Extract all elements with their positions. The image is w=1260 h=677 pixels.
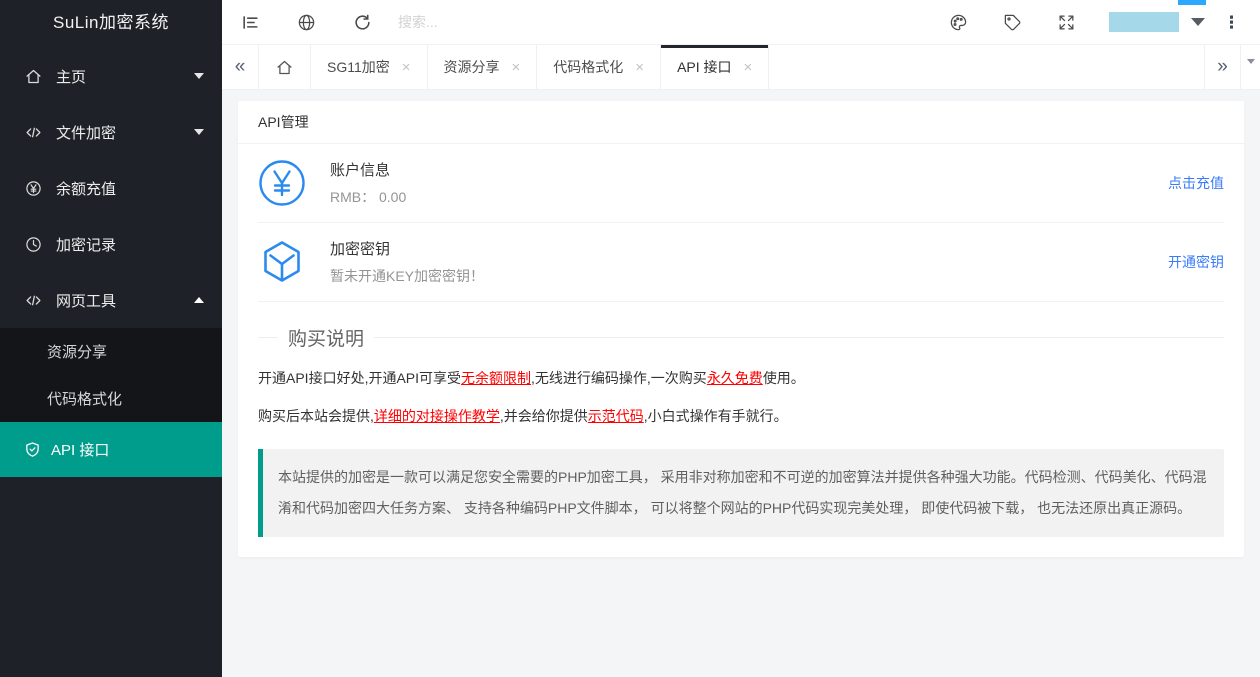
sidebar-item-home[interactable]: 主页	[0, 48, 222, 104]
collapse-menu-icon[interactable]	[222, 0, 278, 45]
tab-home[interactable]	[259, 45, 311, 89]
top-header: ⋮	[222, 0, 1260, 45]
sidebar: SuLin加密系统 主页 文件加密 余额充值 加密记录	[0, 0, 222, 677]
tab-sg11-encrypt[interactable]: SG11加密 ×	[311, 45, 428, 89]
encrypt-key-row: 加密密钥 暂未开通KEY加密密钥！ 开通密钥	[258, 223, 1224, 302]
tabs-scroll-left-icon[interactable]: «	[222, 45, 259, 89]
encrypt-key-status: 暂未开通KEY加密密钥！	[330, 266, 1168, 286]
main-column: ⋮ « SG11加密 × 资源分享 × 代码格式化 × API 接口 × »	[222, 0, 1260, 677]
account-info-texts: 账户信息 RMB： 0.00	[330, 159, 1168, 207]
globe-icon[interactable]	[278, 0, 334, 45]
sidebar-subitem-label: 资源分享	[47, 341, 107, 362]
header-right-group: ⋮	[931, 0, 1250, 45]
close-icon[interactable]: ×	[512, 60, 521, 75]
account-info-row: 账户信息 RMB： 0.00 点击充值	[258, 144, 1224, 223]
account-balance: RMB： 0.00	[330, 187, 1168, 207]
top-blue-strip	[1178, 0, 1206, 5]
clock-icon	[25, 236, 42, 253]
home-icon	[25, 68, 42, 85]
sidebar-nav: 主页 文件加密 余额充值 加密记录 网页工具	[0, 45, 222, 477]
purchase-paragraph: 购买后本站会提供,详细的对接操作教学,并会给你提供示范代码,小白式操作有手就行。	[258, 405, 1224, 427]
tab-code-format[interactable]: 代码格式化 ×	[537, 45, 661, 89]
sidebar-subitem-code-format[interactable]: 代码格式化	[0, 375, 222, 422]
recharge-link[interactable]: 点击充值	[1168, 173, 1224, 193]
cube-icon	[258, 238, 306, 286]
tab-resource-share[interactable]: 资源分享 ×	[428, 45, 538, 89]
tab-label: SG11加密	[327, 57, 390, 77]
account-info-title: 账户信息	[330, 159, 1168, 180]
close-icon[interactable]: ×	[402, 60, 411, 75]
sidebar-subitem-label: API 接口	[51, 439, 109, 460]
sidebar-subitem-resource-share[interactable]: 资源分享	[0, 328, 222, 375]
encrypt-key-texts: 加密密钥 暂未开通KEY加密密钥！	[330, 238, 1168, 286]
tab-options-caret-icon[interactable]	[1241, 45, 1260, 89]
tag-icon[interactable]	[985, 0, 1039, 45]
sidebar-item-label: 加密记录	[56, 234, 204, 255]
open-key-link[interactable]: 开通密钥	[1168, 252, 1224, 272]
home-icon	[276, 59, 293, 76]
close-icon[interactable]: ×	[635, 60, 644, 75]
tabs-scroll-right-icon[interactable]: »	[1204, 45, 1241, 89]
refresh-icon[interactable]	[334, 0, 390, 45]
app-logo: SuLin加密系统	[0, 0, 222, 45]
chevron-down-icon	[194, 129, 204, 135]
shield-check-icon	[24, 441, 41, 458]
card-title: API管理	[238, 101, 1244, 144]
sidebar-subitem-api[interactable]: API 接口	[0, 422, 222, 477]
sidebar-submenu: 资源分享 代码格式化 API 接口	[0, 328, 222, 477]
code-icon	[25, 124, 42, 141]
tab-api[interactable]: API 接口 ×	[661, 45, 769, 89]
api-manage-card: API管理 账户信息 RMB： 0.00 点击充值	[238, 101, 1244, 557]
content-area[interactable]: API管理 账户信息 RMB： 0.00 点击充值	[222, 90, 1260, 677]
tab-bar: « SG11加密 × 资源分享 × 代码格式化 × API 接口 × »	[222, 45, 1260, 90]
product-description-quote: 本站提供的加密是一款可以满足您安全需要的PHP加密工具， 采用非对称加密和不可逆…	[258, 449, 1224, 537]
chevron-up-icon	[194, 297, 204, 303]
tabbar-spacer	[769, 45, 1204, 89]
yen-circle-icon	[25, 180, 42, 197]
sidebar-item-label: 文件加密	[56, 122, 194, 143]
sidebar-item-file-encrypt[interactable]: 文件加密	[0, 104, 222, 160]
close-icon[interactable]: ×	[744, 60, 753, 75]
palette-icon[interactable]	[931, 0, 985, 45]
code-icon	[25, 292, 42, 309]
purchase-paragraph: 开通API接口好处,开通API可享受无余额限制,无线进行编码操作,一次购买永久免…	[258, 367, 1224, 389]
purchase-field: 购买说明 开通API接口好处,开通API可享受无余额限制,无线进行编码操作,一次…	[258, 324, 1224, 427]
purchase-field-title: 购买说明	[278, 324, 374, 351]
fullscreen-icon[interactable]	[1039, 0, 1093, 45]
username-redacted[interactable]	[1109, 12, 1179, 32]
user-dropdown-caret-icon[interactable]	[1191, 18, 1205, 26]
tab-label: API 接口	[677, 57, 731, 77]
card-body: 账户信息 RMB： 0.00 点击充值 加密密钥 暂未开通KEY加密密钥！ 开通…	[238, 144, 1244, 557]
tab-label: 代码格式化	[553, 57, 623, 77]
more-vertical-icon[interactable]: ⋮	[1205, 0, 1250, 45]
chevron-down-icon	[194, 73, 204, 79]
sidebar-item-label: 主页	[56, 66, 194, 87]
sidebar-subitem-label: 代码格式化	[47, 388, 122, 409]
tab-label: 资源分享	[444, 57, 500, 77]
encrypt-key-title: 加密密钥	[330, 238, 1168, 259]
search-input[interactable]	[398, 14, 618, 30]
sidebar-item-balance-recharge[interactable]: 余额充值	[0, 160, 222, 216]
yen-circle-icon	[258, 159, 306, 207]
sidebar-item-encrypt-records[interactable]: 加密记录	[0, 216, 222, 272]
sidebar-item-web-tools[interactable]: 网页工具	[0, 272, 222, 328]
sidebar-item-label: 网页工具	[56, 290, 194, 311]
sidebar-item-label: 余额充值	[56, 178, 204, 199]
